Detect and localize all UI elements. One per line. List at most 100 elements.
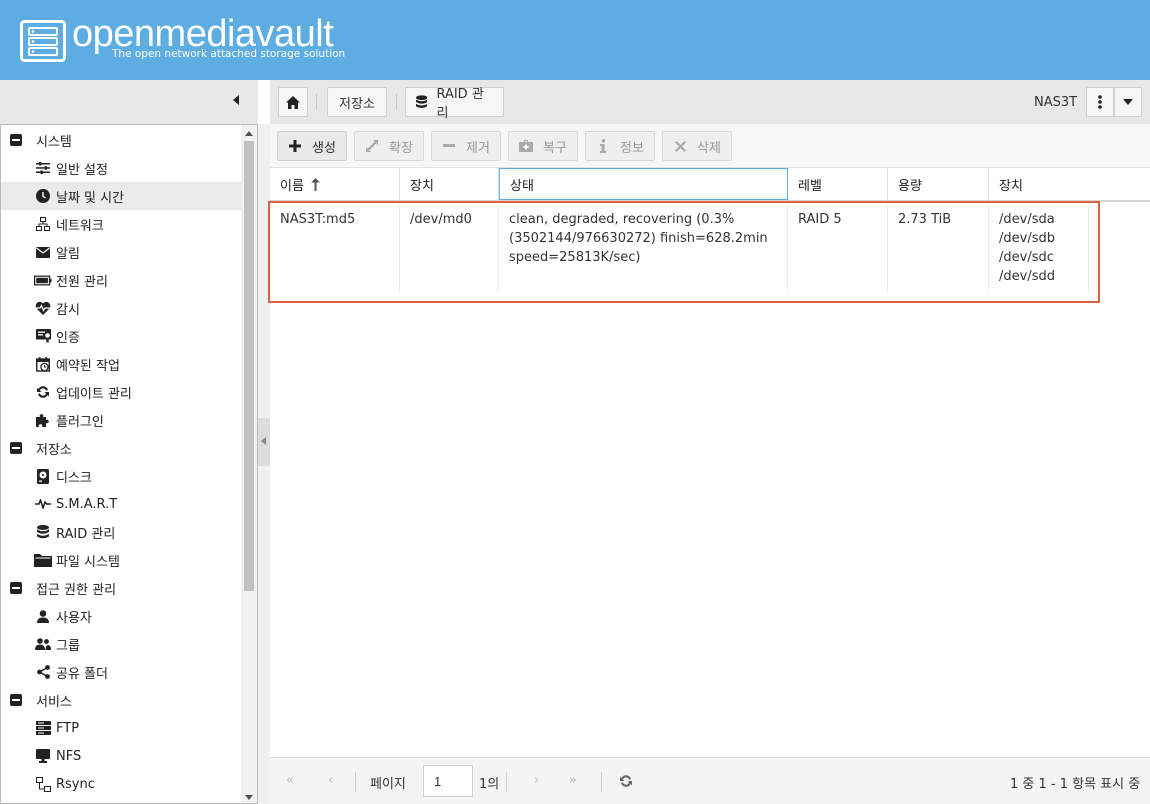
caret-down-icon [1123,99,1133,105]
column-header-state[interactable]: 상태 [499,168,788,200]
certificate-icon [34,327,52,345]
column-header-device[interactable]: 장치 [400,168,499,200]
sidebar-item[interactable]: 날짜 및 시간 [1,182,242,210]
sidebar-item[interactable]: FTP [1,714,242,742]
column-header-level[interactable]: 레벨 [788,168,888,200]
sidebar-item[interactable]: 플러그인 [1,406,242,434]
network-icon [34,215,52,233]
sidebar-item[interactable]: 업데이트 관리 [1,378,242,406]
battery-icon [34,271,52,289]
column-header-devices[interactable]: 장치 [989,168,1150,200]
calendar-clock-icon [34,355,52,373]
remove-button[interactable]: 제거 [431,131,501,161]
collapse-group-icon[interactable] [10,582,22,594]
column-label: 장치 [410,178,434,194]
nav-group[interactable]: 저장소 [1,434,242,462]
next-page-icon[interactable]: › [534,773,539,788]
pager-separator [506,772,507,792]
first-page-icon[interactable]: « [286,773,294,788]
sidebar-item[interactable]: 알림 [1,238,242,266]
prev-page-icon[interactable]: ‹ [328,773,333,788]
share-icon [34,663,52,681]
nav-group[interactable]: 접근 권한 관리 [1,574,242,602]
pager-separator [355,772,356,792]
action-toolbar: 생성 확장 제거 복구 정보 삭제 [270,124,1150,168]
sidebar-item[interactable]: 파일 시스템 [1,546,242,574]
sidebar-item[interactable]: 전원 관리 [1,266,242,294]
sidebar-item[interactable]: Rsync [1,770,242,798]
sidebar-item[interactable]: 사용자 [1,602,242,630]
sidebar-scrollbar[interactable] [241,125,257,803]
scroll-up-icon[interactable] [245,131,253,136]
sort-ascending-icon [310,177,320,191]
nav-group-label: 저장소 [36,442,72,458]
sidebar-item-label: 일반 설정 [56,162,108,178]
vertical-ellipsis-icon [1098,95,1102,109]
breadcrumb-home[interactable] [278,87,308,117]
details-label: 정보 [620,140,644,156]
dropdown-button[interactable] [1114,87,1142,117]
sidebar-item[interactable]: 공유 폴더 [1,658,242,686]
scroll-down-icon[interactable] [245,795,253,800]
last-page-icon[interactable]: » [569,773,577,788]
grow-label: 확장 [389,140,413,156]
nav-group[interactable]: 시스템 [1,126,242,154]
user-icon [34,607,52,625]
sidebar-item-label: 디스크 [56,470,92,486]
sidebar-item[interactable]: S.M.A.R.T [1,490,242,518]
desktop-icon [34,747,52,765]
envelope-icon [34,243,52,261]
details-button[interactable]: 정보 [585,131,655,161]
column-label: 상태 [510,178,534,194]
home-icon [286,95,300,109]
column-header-capacity[interactable]: 용량 [888,168,989,200]
harddisk-icon [34,467,52,485]
sidebar-item-label: 인증 [56,330,80,346]
folder-icon [34,551,52,569]
sidebar-item-label: 감시 [56,302,80,318]
sidebar-item[interactable]: NFS [1,742,242,770]
sidebar-item[interactable]: 그룹 [1,630,242,658]
sidebar-item-label: 그룹 [56,638,80,654]
refresh-icon[interactable] [619,774,633,788]
collapse-sidebar-icon[interactable] [233,95,239,105]
sidebar-item[interactable]: 예약된 작업 [1,350,242,378]
expand-icon [365,139,379,153]
sidebar-item[interactable]: 디스크 [1,462,242,490]
plus-icon [288,139,302,153]
delete-button[interactable]: 삭제 [662,131,732,161]
more-menu-button[interactable] [1086,87,1114,117]
collapse-group-icon[interactable] [10,134,22,146]
column-header-name[interactable]: 이름 [270,168,400,200]
collapse-group-icon[interactable] [10,694,22,706]
recover-button[interactable]: 복구 [508,131,578,161]
splitter-collapse-icon[interactable] [261,437,266,445]
brand-tagline: The open network attached storage soluti… [112,48,346,60]
pager-separator [601,772,602,792]
recover-label: 복구 [543,140,567,156]
pagination-bar: « ‹ 페이지 1의 › » 1 중 1 - 1 항목 표시 중 [270,757,1150,804]
breadcrumb-storage[interactable]: 저장소 [327,87,387,117]
scrollbar-thumb[interactable] [244,141,254,591]
page-number-input[interactable] [423,765,473,797]
sidebar-item[interactable]: RAID 관리 [1,518,242,546]
clock-icon [34,187,52,205]
minus-icon [442,139,456,153]
navigation-tree: 시스템일반 설정날짜 및 시간 네트워크 알림 전원 관리감시인증예약된 작업업데이트… [0,124,258,804]
nav-group[interactable]: 서비스 [1,686,242,714]
sidebar-item-label: 업데이트 관리 [56,386,132,402]
collapse-group-icon[interactable] [10,442,22,454]
create-button[interactable]: 생성 [277,131,347,161]
pager-summary: 1 중 1 - 1 항목 표시 중 [1010,777,1141,792]
heartbeat-icon [34,299,52,317]
sidebar-item[interactable]: 일반 설정 [1,154,242,182]
sidebar-item[interactable]: 인증 [1,322,242,350]
breadcrumb-raid[interactable]: RAID 관리 [405,87,504,121]
medkit-icon [519,139,533,153]
grow-button[interactable]: 확장 [354,131,424,161]
database-icon [416,95,428,108]
users-icon [34,635,52,653]
sidebar-item-label: 사용자 [56,610,92,626]
sidebar-item[interactable]: 감시 [1,294,242,322]
sidebar-item[interactable]: 네트워크 [1,210,242,238]
